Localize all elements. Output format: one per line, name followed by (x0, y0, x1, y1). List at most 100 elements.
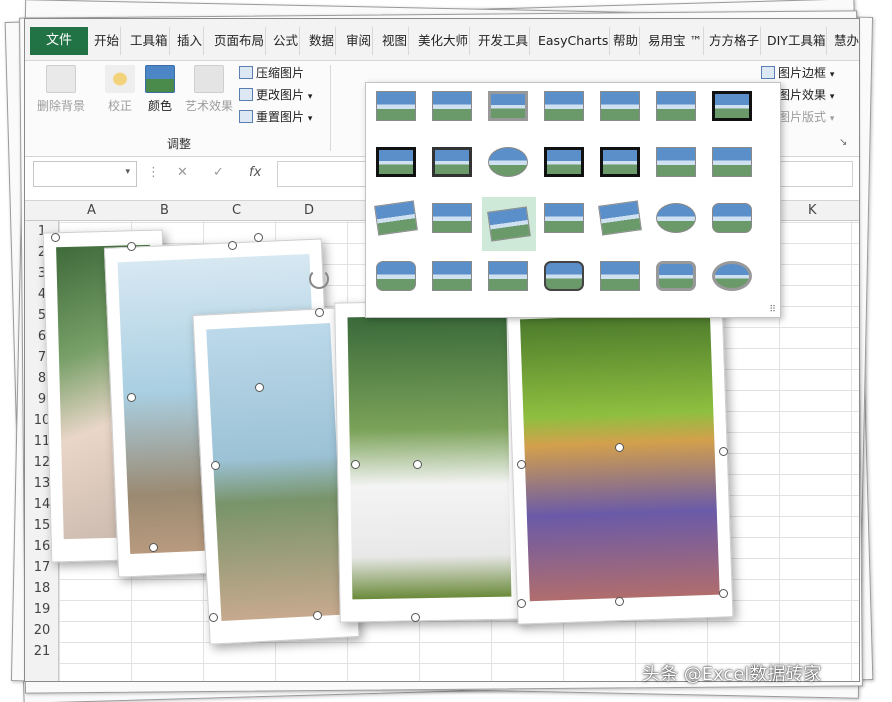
tab-help[interactable]: 帮助 (612, 27, 641, 55)
style-thumb[interactable] (600, 261, 640, 291)
selection-handle[interactable] (255, 383, 264, 392)
style-thumb[interactable] (600, 91, 640, 121)
tab-page-layout[interactable]: 页面布局 (213, 27, 267, 55)
selection-handle[interactable] (228, 241, 237, 250)
style-thumb-selected[interactable] (482, 197, 536, 251)
selection-handle[interactable] (351, 460, 360, 469)
selection-handle[interactable] (127, 393, 136, 402)
style-thumb[interactable] (488, 147, 528, 177)
selection-handle[interactable] (517, 460, 526, 469)
selection-handle[interactable] (254, 233, 263, 242)
style-thumb[interactable] (488, 261, 528, 291)
color-picture-icon (145, 65, 175, 93)
selection-handle[interactable] (149, 543, 158, 552)
tab-formulas[interactable]: 公式 (272, 27, 301, 55)
style-thumb-icon (376, 261, 416, 291)
style-thumb[interactable] (376, 261, 416, 291)
picture-border-button[interactable]: 图片边框 ▾ (761, 63, 834, 83)
ribbon-tab-bar: 文件 开始 工具箱 插入 页面布局 公式 数据 审阅 视图 美化大师 开发工具 … (25, 19, 859, 61)
tab-data[interactable]: 数据 (308, 27, 337, 55)
rotate-handle-icon[interactable] (309, 269, 329, 289)
selection-handle[interactable] (127, 242, 136, 251)
column-header-b[interactable]: B (160, 203, 169, 218)
selection-handle[interactable] (315, 308, 324, 317)
column-header-a[interactable]: A (87, 203, 96, 218)
row-header[interactable]: 21 (25, 644, 59, 659)
selection-handle[interactable] (209, 613, 218, 622)
style-thumb[interactable] (432, 91, 472, 121)
style-thumb[interactable] (374, 200, 418, 236)
photo-frame-5[interactable] (506, 297, 734, 625)
reset-picture-button[interactable]: 重置图片 ▾ (239, 107, 312, 127)
change-picture-button[interactable]: 更改图片 ▾ (239, 85, 312, 105)
style-thumb[interactable] (544, 261, 584, 291)
style-thumb-icon (432, 91, 472, 121)
tab-insert[interactable]: 插入 (176, 27, 205, 55)
style-thumb-icon (544, 261, 584, 291)
remove-background-button[interactable]: 删除背景 (35, 65, 87, 114)
selection-handle[interactable] (615, 443, 624, 452)
selection-handle[interactable] (51, 233, 60, 242)
tab-beautify[interactable]: 美化大师 (417, 27, 471, 55)
selection-handle[interactable] (411, 613, 420, 622)
style-thumb[interactable] (656, 203, 696, 233)
row-header[interactable]: 20 (25, 623, 59, 638)
tab-easycharts[interactable]: EasyCharts (537, 27, 611, 55)
style-thumb-icon (712, 91, 752, 121)
style-thumb[interactable] (432, 203, 472, 233)
style-thumb-icon (488, 91, 528, 121)
compress-pictures-button[interactable]: 压缩图片 (239, 63, 304, 83)
selection-handle[interactable] (211, 461, 220, 470)
style-thumb[interactable] (544, 91, 584, 121)
style-thumb[interactable] (598, 200, 642, 236)
style-thumb[interactable] (432, 261, 472, 291)
selection-handle[interactable] (517, 599, 526, 608)
style-thumb[interactable] (712, 147, 752, 177)
name-box[interactable]: ▾ (33, 161, 137, 187)
selection-handle[interactable] (313, 611, 322, 620)
column-header-c[interactable]: C (232, 203, 241, 218)
style-thumb-icon (712, 261, 752, 291)
style-thumb[interactable] (376, 147, 416, 177)
art-effect-button[interactable]: 艺术效果 (181, 65, 237, 114)
selection-handle[interactable] (719, 589, 728, 598)
style-thumb[interactable] (656, 261, 696, 291)
row-header[interactable]: 19 (25, 602, 59, 617)
tab-view[interactable]: 视图 (381, 27, 410, 55)
style-thumb[interactable] (544, 203, 584, 233)
cancel-icon[interactable]: ✕ (177, 165, 188, 180)
style-thumb[interactable] (712, 261, 752, 291)
style-thumb[interactable] (488, 91, 528, 121)
column-header-k[interactable]: K (808, 203, 817, 218)
resize-grip-icon[interactable]: ⠿ (769, 305, 776, 315)
tab-yiyongbao[interactable]: 易用宝 ™ (647, 27, 704, 55)
tab-toolbox[interactable]: 工具箱 (129, 27, 170, 55)
insert-function-icon[interactable]: fx (249, 165, 261, 180)
photo-frame-4[interactable] (334, 299, 525, 623)
tab-home[interactable]: 开始 (93, 27, 122, 55)
confirm-icon[interactable]: ✓ (213, 165, 224, 180)
color-button[interactable]: 颜色 (143, 65, 177, 114)
style-thumb[interactable] (712, 91, 752, 121)
style-thumb[interactable] (656, 147, 696, 177)
style-thumb[interactable] (712, 203, 752, 233)
column-header-d[interactable]: D (304, 203, 314, 218)
style-thumb[interactable] (656, 91, 696, 121)
tab-huiban[interactable]: 慧办 (833, 27, 859, 55)
tab-diy-toolbox[interactable]: DIY工具箱 (766, 27, 828, 55)
selection-handle[interactable] (615, 597, 624, 606)
tab-file[interactable]: 文件 (30, 27, 88, 55)
tab-developer[interactable]: 开发工具 (477, 27, 531, 55)
correct-button[interactable]: 校正 (103, 65, 137, 114)
tab-fangfang[interactable]: 方方格子 (708, 27, 762, 55)
row-header[interactable]: 18 (25, 581, 59, 596)
style-thumb[interactable] (432, 147, 472, 177)
selection-handle[interactable] (413, 460, 422, 469)
selection-handle[interactable] (719, 447, 728, 456)
style-thumb[interactable] (544, 147, 584, 177)
tab-review[interactable]: 审阅 (345, 27, 374, 55)
dialog-launcher-icon[interactable]: ↘ (839, 137, 847, 148)
style-thumb[interactable] (600, 147, 640, 177)
style-thumb[interactable] (376, 91, 416, 121)
style-thumb-icon (432, 261, 472, 291)
